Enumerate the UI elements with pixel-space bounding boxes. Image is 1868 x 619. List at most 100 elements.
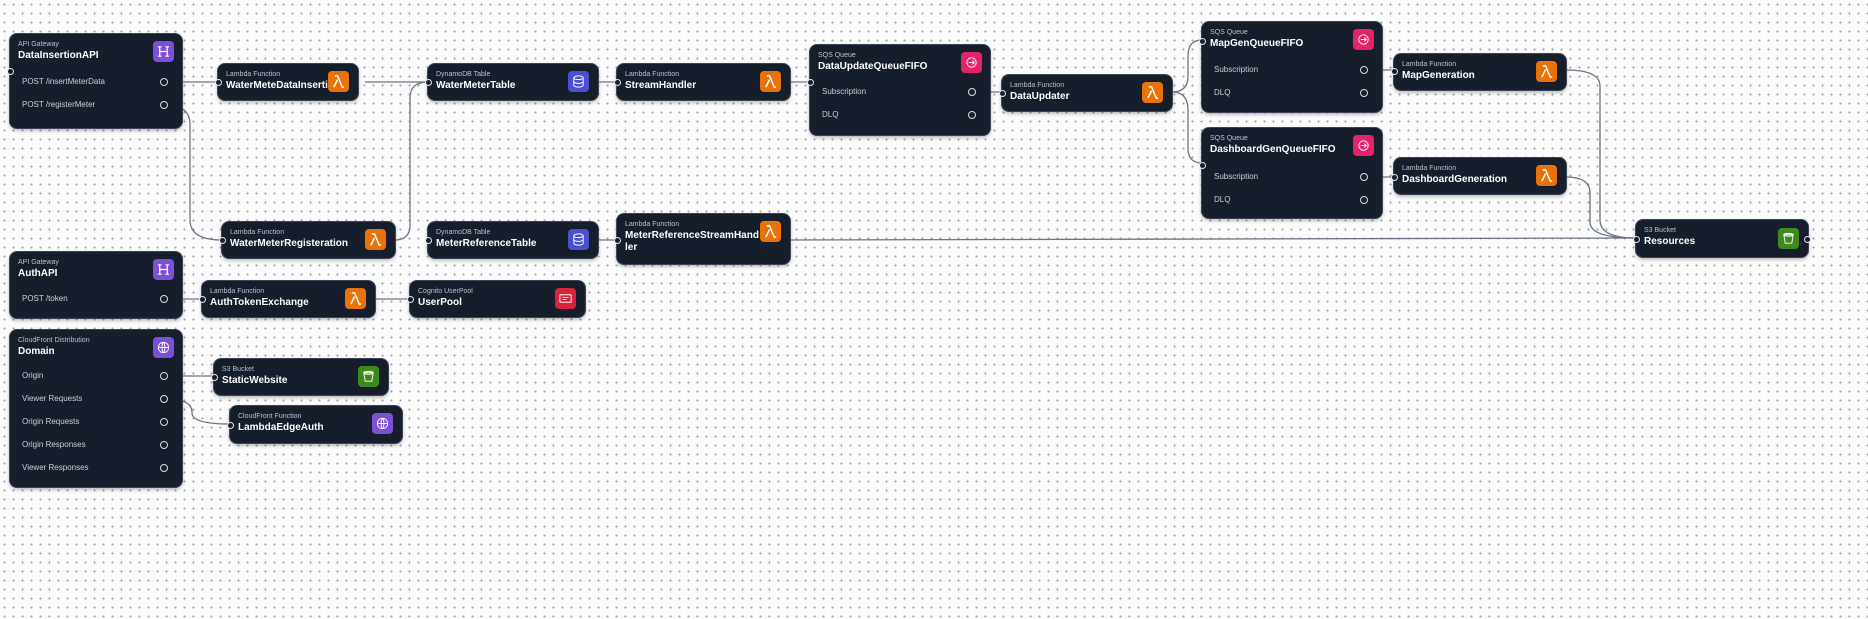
lambda-icon bbox=[1536, 165, 1557, 186]
port-viewer-responses[interactable]: Viewer Responses bbox=[22, 461, 168, 475]
node-title: StaticWebsite bbox=[222, 375, 288, 386]
wire-mapgen-to-resources bbox=[1565, 69, 1637, 239]
node-title: DataUpdater bbox=[1010, 91, 1070, 102]
lambda-water-meter-registeration[interactable]: Lambda Function WaterMeterRegisteration bbox=[219, 222, 395, 258]
lambda-water-mete-data-insertion[interactable]: Lambda Function WaterMeteDataInsertion bbox=[215, 64, 358, 100]
port-dlq[interactable]: DLQ bbox=[822, 108, 976, 122]
port-subscription[interactable]: Subscription bbox=[1214, 63, 1368, 77]
wire-refstream-to-resources bbox=[789, 237, 1637, 241]
port-origin[interactable]: Origin bbox=[22, 369, 168, 383]
node-title: UserPool bbox=[418, 297, 462, 308]
api-gateway-data-insertion-api[interactable]: API Gateway DataInsertionAPI POST /inser… bbox=[7, 34, 182, 128]
sqs-data-update-queue-fifo[interactable]: SQS Queue DataUpdateQueueFIFO Subscripti… bbox=[807, 45, 990, 135]
input-pin[interactable] bbox=[1199, 162, 1206, 169]
port-connector[interactable] bbox=[968, 111, 976, 119]
port-subscription[interactable]: Subscription bbox=[822, 85, 976, 99]
input-pin[interactable] bbox=[1391, 68, 1398, 75]
port-post-token[interactable]: POST /token bbox=[22, 292, 168, 306]
port-connector[interactable] bbox=[160, 78, 168, 86]
cloudfront-function-lambda-edge-auth[interactable]: CloudFront Function LambdaEdgeAuth bbox=[227, 406, 402, 443]
port-register-meter[interactable]: POST /registerMeter bbox=[22, 98, 168, 112]
port-connector[interactable] bbox=[160, 441, 168, 449]
input-pin[interactable] bbox=[227, 422, 234, 429]
port-connector[interactable] bbox=[160, 372, 168, 380]
port-insert-meter-data[interactable]: POST /insertMeterData bbox=[22, 75, 168, 89]
cloudfront-icon bbox=[372, 413, 393, 434]
s3-bucket-resources[interactable]: S3 Bucket Resources bbox=[1633, 220, 1811, 257]
port-connector[interactable] bbox=[160, 418, 168, 426]
port-connector[interactable] bbox=[160, 395, 168, 403]
cloudfront-distribution-domain[interactable]: CloudFront Distribution Domain Origin Vi… bbox=[10, 330, 182, 487]
lambda-meter-reference-stream-handler[interactable]: Lambda Function MeterReferenceStreamHand… bbox=[614, 214, 790, 264]
input-pin[interactable] bbox=[425, 237, 432, 244]
lambda-dashboard-generation[interactable]: Lambda Function DashboardGeneration bbox=[1391, 158, 1566, 194]
lambda-stream-handler[interactable]: Lambda Function StreamHandler bbox=[614, 64, 790, 100]
node-type-label: CloudFront Distribution bbox=[18, 337, 90, 344]
input-pin[interactable] bbox=[1633, 236, 1640, 243]
port-connector[interactable] bbox=[160, 101, 168, 109]
cloudfront-icon bbox=[153, 337, 174, 358]
lambda-data-updater[interactable]: Lambda Function DataUpdater bbox=[999, 75, 1172, 111]
node-type-label: CloudFront Function bbox=[238, 413, 302, 420]
node-type-label: SQS Queue bbox=[1210, 135, 1248, 142]
port-connector[interactable] bbox=[160, 295, 168, 303]
port-origin-responses[interactable]: Origin Responses bbox=[22, 438, 168, 452]
port-connector[interactable] bbox=[1360, 89, 1368, 97]
input-pin[interactable] bbox=[407, 296, 414, 303]
node-title: DataInsertionAPI bbox=[18, 50, 99, 61]
input-pin[interactable] bbox=[1199, 38, 1206, 45]
port-dlq[interactable]: DLQ bbox=[1214, 193, 1368, 207]
port-viewer-requests[interactable]: Viewer Requests bbox=[22, 392, 168, 406]
sqs-map-gen-queue-fifo[interactable]: SQS Queue MapGenQueueFIFO Subscription D… bbox=[1199, 22, 1382, 112]
node-type-label: Lambda Function bbox=[625, 221, 680, 228]
wire-updater-to-dashqueue bbox=[1171, 91, 1203, 164]
node-title: MeterReferenceStreamHand ler bbox=[625, 230, 759, 253]
input-pin[interactable] bbox=[199, 296, 206, 303]
node-title: DashboardGenQueueFIFO bbox=[1210, 144, 1336, 155]
node-title: LambdaEdgeAuth bbox=[238, 422, 324, 433]
node-title: WaterMeterRegisteration bbox=[230, 238, 348, 249]
dynamodb-icon bbox=[568, 229, 589, 250]
port-origin-requests[interactable]: Origin Requests bbox=[22, 415, 168, 429]
port-connector[interactable] bbox=[1360, 173, 1368, 181]
lambda-map-generation[interactable]: Lambda Function MapGeneration bbox=[1391, 54, 1566, 90]
dynamodb-meter-reference-table[interactable]: DynamoDB Table MeterReferenceTable bbox=[425, 222, 598, 258]
sqs-dashboard-gen-queue-fifo[interactable]: SQS Queue DashboardGenQueueFIFO Subscrip… bbox=[1199, 128, 1382, 218]
node-title: Domain bbox=[18, 346, 55, 357]
input-pin[interactable] bbox=[614, 237, 621, 244]
dynamodb-water-meter-table[interactable]: DynamoDB Table WaterMeterTable bbox=[425, 64, 598, 100]
node-title: WaterMeterTable bbox=[436, 80, 516, 91]
node-type-label: SQS Queue bbox=[818, 52, 856, 59]
node-title: MapGenQueueFIFO bbox=[1210, 38, 1304, 49]
s3-bucket-static-website[interactable]: S3 Bucket StaticWebsite bbox=[211, 359, 388, 395]
api-gateway-auth-api[interactable]: API Gateway AuthAPI POST /token bbox=[10, 252, 182, 318]
input-pin[interactable] bbox=[7, 68, 14, 75]
node-title: Resources bbox=[1644, 236, 1696, 247]
node-type-label: SQS Queue bbox=[1210, 29, 1248, 36]
api-gateway-icon bbox=[153, 259, 174, 280]
port-connector[interactable] bbox=[160, 464, 168, 472]
port-connector[interactable] bbox=[1360, 66, 1368, 74]
input-pin[interactable] bbox=[1391, 174, 1398, 181]
input-pin[interactable] bbox=[614, 79, 621, 86]
lambda-icon bbox=[328, 71, 349, 92]
lambda-auth-token-exchange[interactable]: Lambda Function AuthTokenExchange bbox=[199, 281, 375, 317]
port-dlq[interactable]: DLQ bbox=[1214, 86, 1368, 100]
cognito-user-pool[interactable]: Cognito UserPool UserPool bbox=[407, 281, 585, 317]
input-pin[interactable] bbox=[999, 90, 1006, 97]
node-title: AuthTokenExchange bbox=[210, 297, 309, 308]
input-pin[interactable] bbox=[807, 79, 814, 86]
input-pin[interactable] bbox=[219, 237, 226, 244]
node-type-label: DynamoDB Table bbox=[436, 229, 491, 236]
node-title: MeterReferenceTable bbox=[436, 238, 537, 249]
input-pin[interactable] bbox=[215, 79, 222, 86]
input-pin[interactable] bbox=[425, 79, 432, 86]
input-pin[interactable] bbox=[211, 374, 218, 381]
port-connector[interactable] bbox=[1360, 196, 1368, 204]
s3-bucket-icon bbox=[358, 366, 379, 387]
port-connector[interactable] bbox=[968, 88, 976, 96]
port-subscription[interactable]: Subscription bbox=[1214, 170, 1368, 184]
output-pin[interactable] bbox=[1804, 236, 1811, 243]
sqs-icon bbox=[1353, 135, 1374, 156]
api-gateway-icon bbox=[153, 41, 174, 62]
